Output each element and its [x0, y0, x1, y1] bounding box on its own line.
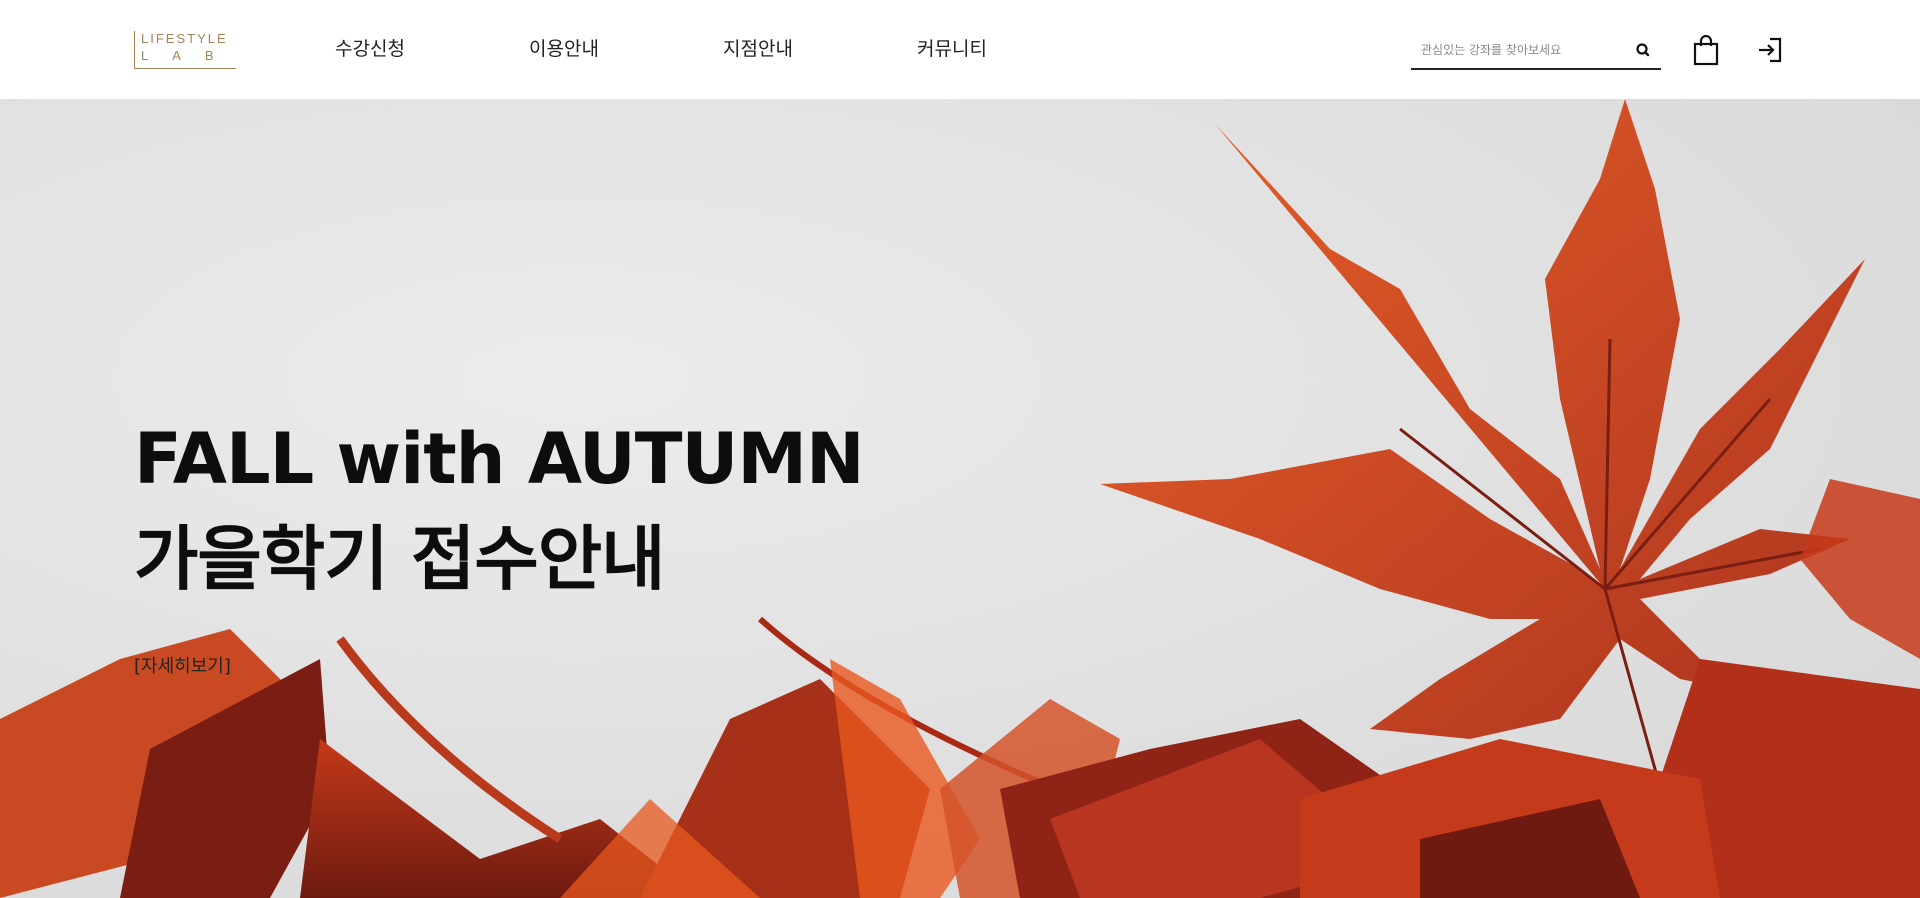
search-bar: [1411, 32, 1661, 70]
logo-text-bottom: LAB: [141, 48, 238, 63]
shopping-bag-icon[interactable]: [1692, 34, 1720, 66]
hero-title-line2: 가을학기 접수안내: [134, 518, 666, 600]
hero-more-link[interactable]: [자세히보기]: [134, 652, 231, 678]
nav-item-usage-guide[interactable]: 이용안내: [529, 34, 599, 61]
site-header: LIFESTYLE LAB 수강신청 이용안내 지점안내 커뮤니티: [0, 0, 1920, 99]
nav-item-community[interactable]: 커뮤니티: [917, 34, 987, 61]
hero-banner: FALL with AUTUMN 가을학기 접수안내 [자세히보기]: [0, 99, 1920, 898]
search-icon[interactable]: [1633, 40, 1653, 60]
logo[interactable]: LIFESTYLE LAB: [134, 31, 236, 69]
logo-text-top: LIFESTYLE: [141, 31, 228, 46]
login-icon[interactable]: [1756, 35, 1784, 65]
search-input[interactable]: [1421, 38, 1621, 62]
nav-item-branch-info[interactable]: 지점안내: [723, 34, 793, 61]
hero-title: FALL with AUTUMN 가을학기 접수안내: [134, 409, 865, 609]
nav-item-course-registration[interactable]: 수강신청: [335, 34, 405, 61]
hero-title-line1: FALL with AUTUMN: [134, 418, 865, 500]
